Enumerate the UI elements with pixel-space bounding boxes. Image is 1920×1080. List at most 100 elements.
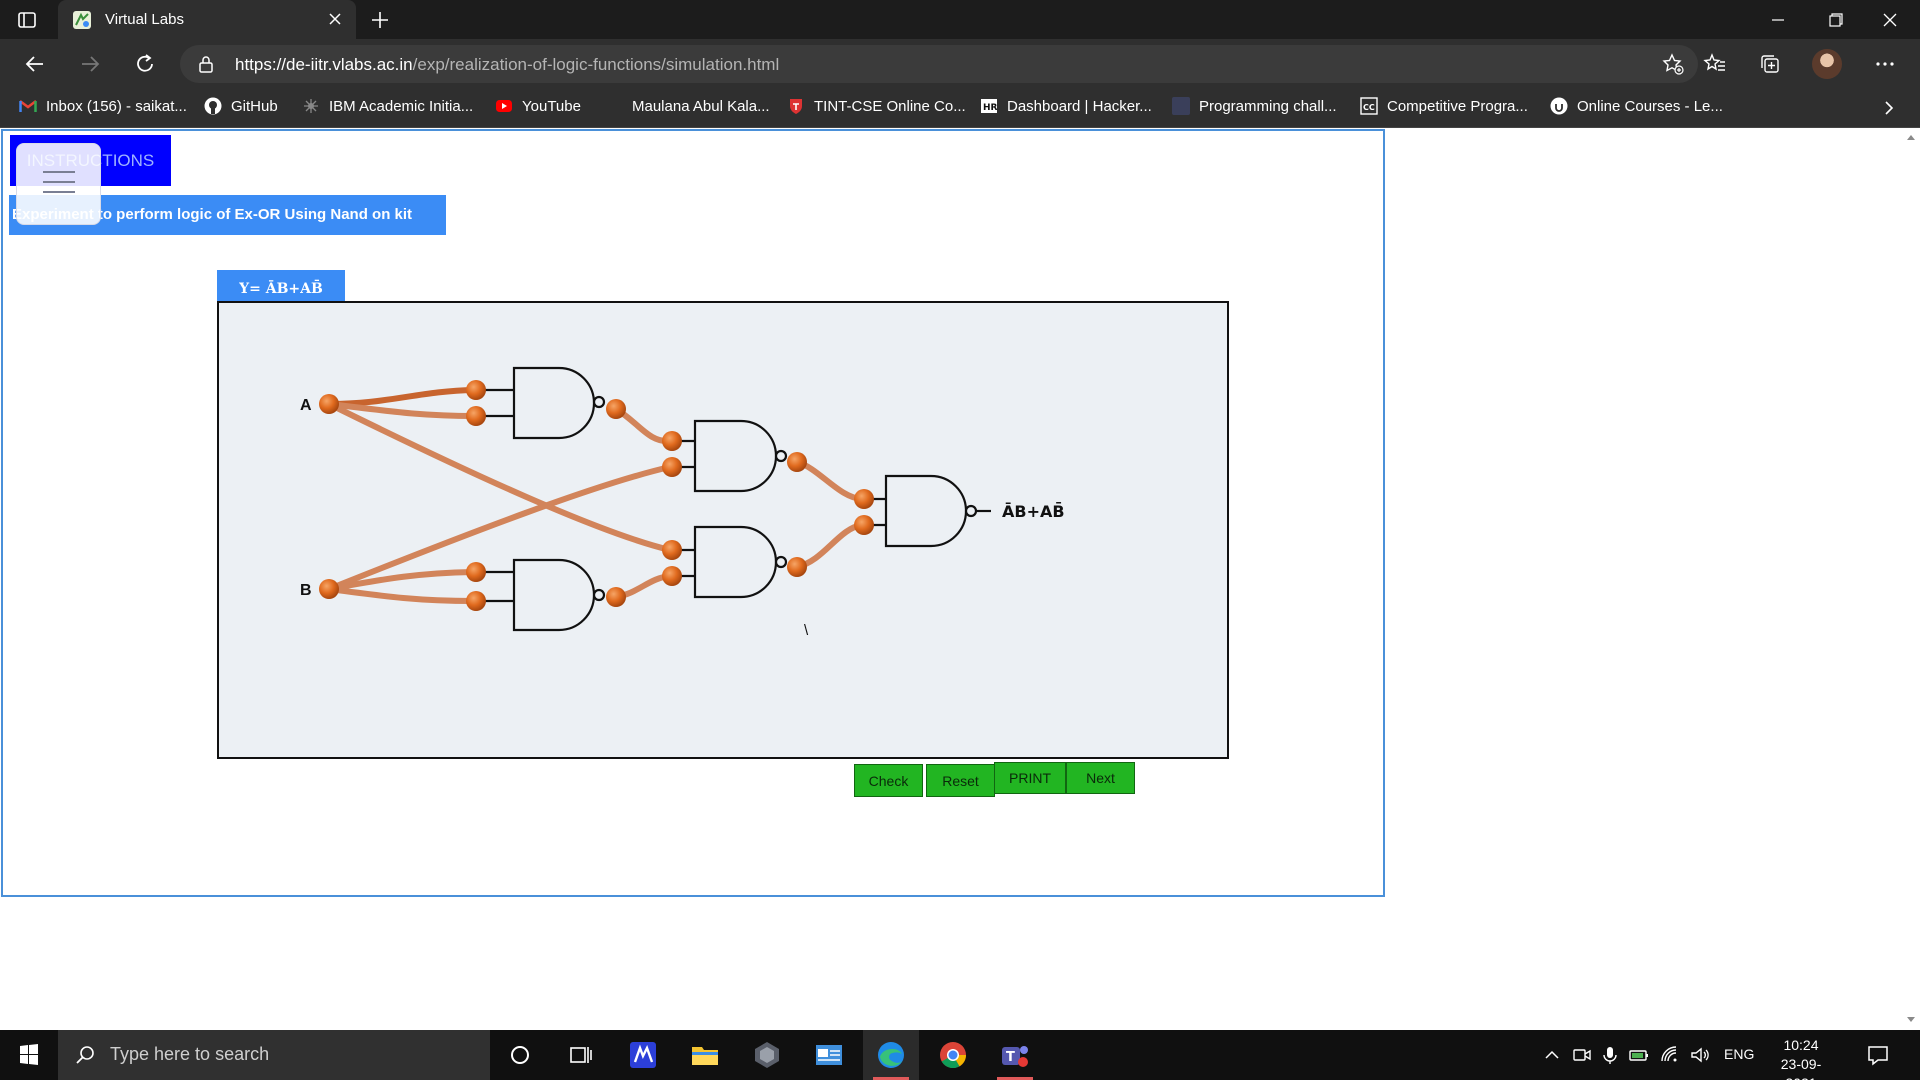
nand-gate-3[interactable]: [677, 419, 788, 493]
more-options-icon[interactable]: [1873, 52, 1897, 76]
edge-icon: [878, 1042, 904, 1068]
bookmark-ibm[interactable]: IBM Academic Initia...: [302, 89, 473, 123]
terminal-nand4-out[interactable]: [787, 557, 807, 577]
taskbar-search[interactable]: Type here to search: [58, 1030, 490, 1080]
language-indicator[interactable]: ENG: [1724, 1046, 1754, 1062]
nand-gate-1[interactable]: [481, 366, 606, 440]
nand-gate-2[interactable]: [481, 558, 606, 632]
lock-icon[interactable]: [197, 55, 215, 73]
edge-browser-icon[interactable]: [863, 1030, 919, 1080]
check-button[interactable]: Check: [854, 764, 923, 797]
bookmark-label: GitHub: [231, 97, 278, 115]
terminal-nand3-in2[interactable]: [662, 457, 682, 477]
new-tab-icon[interactable]: [368, 8, 392, 32]
terminal-nand4-in2[interactable]: [662, 566, 682, 586]
gmail-icon: [19, 100, 37, 112]
cortana-icon[interactable]: [492, 1030, 548, 1080]
input-a-label: A: [300, 397, 312, 414]
wire-a-to-nand1-in1[interactable]: [326, 387, 477, 407]
terminal-nand2-in1[interactable]: [466, 562, 486, 582]
minimize-icon[interactable]: [1758, 6, 1798, 34]
favorites-icon[interactable]: [1703, 52, 1727, 76]
browser-tab[interactable]: Virtual Labs: [58, 0, 356, 39]
refresh-icon[interactable]: [132, 51, 158, 77]
bookmark-maulana-abul-kalam[interactable]: Maulana Abul Kala...: [605, 89, 770, 123]
system-clock[interactable]: 10:24 23-09-2021: [1766, 1036, 1836, 1080]
clock-date: 23-09-2021: [1780, 1056, 1822, 1080]
app-m-icon: [630, 1042, 656, 1068]
wire-a-to-nand4-in1[interactable]: [326, 401, 673, 553]
chevron-right-icon[interactable]: [1878, 97, 1900, 119]
volume-icon[interactable]: [1690, 1045, 1710, 1065]
virtual-labs-favicon: [73, 11, 91, 29]
add-favorite-icon[interactable]: [1662, 53, 1684, 75]
bookmark-youtube[interactable]: YouTube: [495, 89, 581, 123]
terminal-nand5-in1[interactable]: [854, 489, 874, 509]
wires: [326, 387, 865, 604]
task-view-icon[interactable]: [553, 1030, 609, 1080]
file-explorer-icon[interactable]: [677, 1030, 733, 1080]
tab-actions-icon[interactable]: [16, 9, 38, 31]
microphone-icon[interactable]: [1600, 1045, 1620, 1065]
bookmark-gmail[interactable]: Inbox (156) - saikat...: [19, 89, 187, 123]
profile-avatar[interactable]: [1812, 49, 1842, 79]
menu-icon[interactable]: [16, 143, 101, 225]
back-icon[interactable]: [22, 51, 48, 77]
bookmark-codechef[interactable]: Programming chall...: [1172, 89, 1337, 123]
address-bar[interactable]: https://de-iitr.vlabs.ac.in/exp/realizat…: [180, 45, 1698, 83]
terminal-nand5-in2[interactable]: [854, 515, 874, 535]
nand-gate-5[interactable]: [869, 474, 991, 548]
meet-now-icon[interactable]: [1572, 1045, 1592, 1065]
chrome-browser-icon[interactable]: [925, 1030, 981, 1080]
windows-taskbar: Type here to search T ENG 10:24 23-09-20…: [0, 1030, 1920, 1080]
bookmark-hackerrank[interactable]: HR Dashboard | Hacker...: [980, 89, 1152, 123]
vertical-scrollbar[interactable]: [1903, 129, 1920, 1030]
nand-gate-4[interactable]: [677, 525, 788, 599]
folder-icon: [692, 1047, 718, 1065]
next-button[interactable]: Next: [1066, 762, 1135, 794]
bookmark-online-courses[interactable]: Online Courses - Le...: [1550, 89, 1723, 123]
scroll-up-icon[interactable]: [1907, 135, 1915, 140]
restore-icon[interactable]: [1815, 6, 1855, 34]
page-viewport: INSTRUCTIONS Experiment to perform logic…: [0, 129, 1920, 1030]
mathpix-app-icon[interactable]: [615, 1030, 671, 1080]
terminal-nand3-out[interactable]: [787, 452, 807, 472]
terminal-nand1-out[interactable]: [606, 399, 626, 419]
reset-button[interactable]: Reset: [926, 764, 995, 797]
bookmark-competitive-programming[interactable]: CC Competitive Progra...: [1360, 89, 1528, 123]
stray-mark: \: [804, 622, 809, 639]
terminal-nand2-in2[interactable]: [466, 591, 486, 611]
collections-icon[interactable]: [1758, 52, 1782, 76]
terminal-nand2-out[interactable]: [606, 587, 626, 607]
vpn-app-icon[interactable]: [739, 1030, 795, 1080]
wire-nand4-to-nand5[interactable]: [794, 522, 865, 570]
print-button[interactable]: PRINT: [994, 762, 1066, 794]
terminal-nand1-in1[interactable]: [466, 380, 486, 400]
windows-start-icon[interactable]: [0, 1030, 58, 1080]
notification-icon[interactable]: [1866, 1043, 1890, 1067]
show-hidden-icons-icon[interactable]: [1542, 1045, 1562, 1065]
terminal-nand4-in1[interactable]: [662, 540, 682, 560]
wire-nand3-to-nand5[interactable]: [794, 459, 865, 502]
terminal-input-a[interactable]: [319, 394, 339, 414]
terminal-input-b[interactable]: [319, 579, 339, 599]
search-placeholder: Type here to search: [110, 1044, 270, 1064]
wifi-icon[interactable]: [1660, 1045, 1680, 1065]
close-window-icon[interactable]: [1870, 6, 1910, 34]
control-panel-icon[interactable]: [801, 1030, 857, 1080]
bookmark-github[interactable]: GitHub: [204, 89, 278, 123]
tint-icon: [790, 99, 802, 114]
wire-b-to-nand2-in2[interactable]: [326, 586, 477, 604]
scroll-down-icon[interactable]: [1907, 1017, 1915, 1022]
bookmarks-bar: Inbox (156) - saikat... GitHub IBM Acade…: [0, 89, 1920, 128]
terminal-nand3-in1[interactable]: [662, 431, 682, 451]
codechef-icon: [1172, 97, 1190, 115]
terminal-nand1-in2[interactable]: [466, 406, 486, 426]
battery-icon[interactable]: [1629, 1045, 1649, 1065]
close-tab-icon[interactable]: [326, 10, 344, 28]
forward-icon[interactable]: [77, 51, 103, 77]
tab-title: Virtual Labs: [105, 11, 184, 28]
url-text[interactable]: https://de-iitr.vlabs.ac.in/exp/realizat…: [235, 55, 779, 75]
bookmark-tint-cse[interactable]: TINT-CSE Online Co...: [787, 89, 966, 123]
teams-icon[interactable]: T: [987, 1030, 1043, 1080]
